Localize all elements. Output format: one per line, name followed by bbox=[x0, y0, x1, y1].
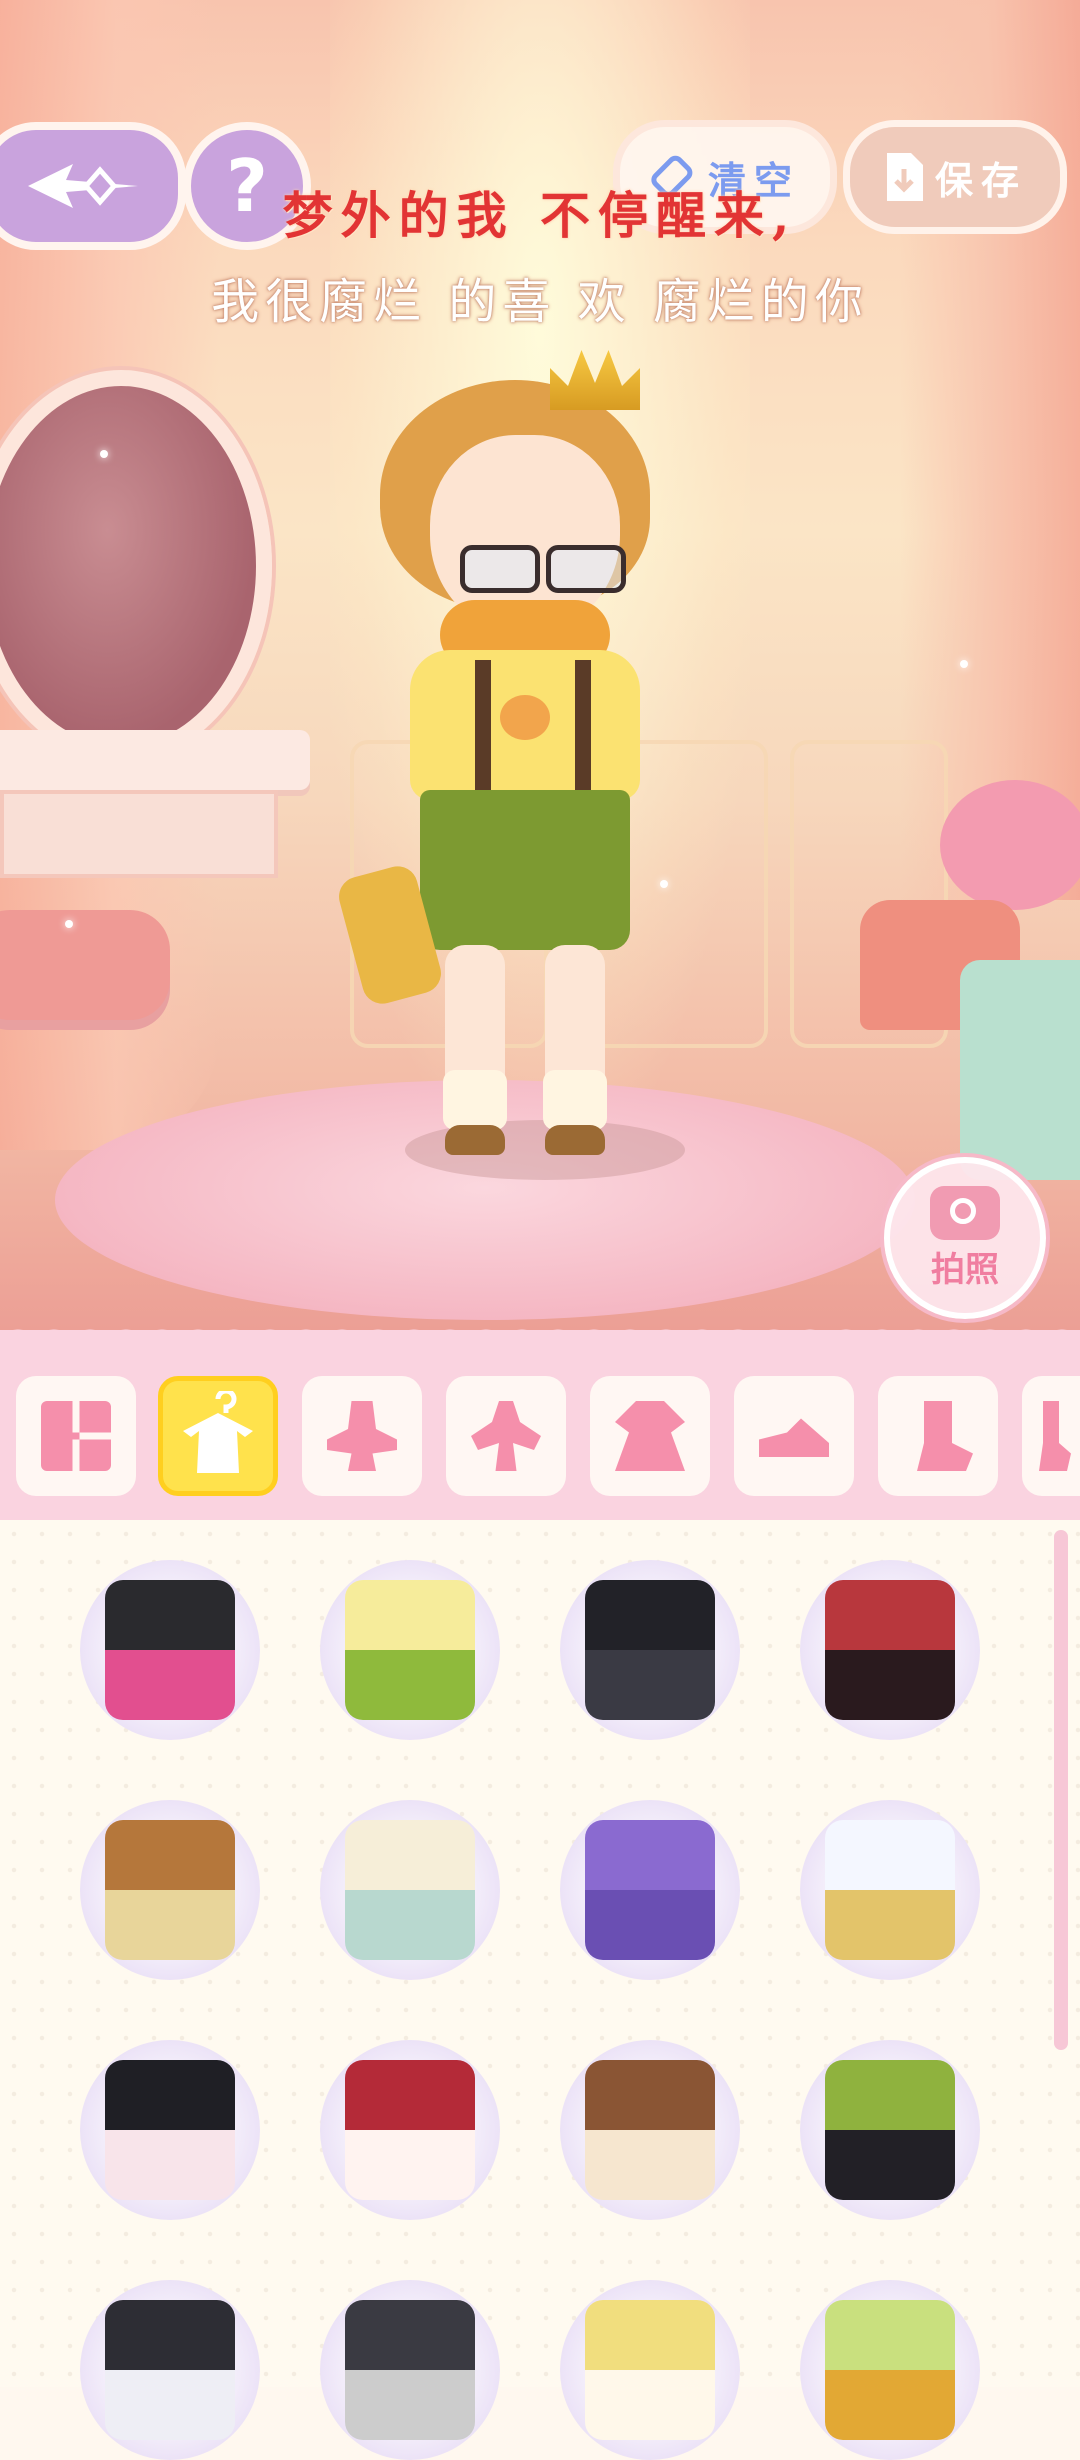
dress-icon bbox=[615, 1401, 685, 1471]
cat-print bbox=[500, 695, 550, 740]
outfit-item-black-pink-checker-outfit[interactable] bbox=[80, 1560, 260, 1740]
outfit-thumbnail bbox=[105, 1820, 235, 1960]
avatar-sock bbox=[543, 1070, 607, 1130]
sparkle bbox=[960, 660, 968, 668]
stool bbox=[0, 910, 170, 1020]
tab-top[interactable] bbox=[446, 1376, 566, 1496]
tab-dress[interactable] bbox=[590, 1376, 710, 1496]
outfit-item-white-cape-gown[interactable] bbox=[800, 1800, 980, 1980]
outfit-item-red-pinafore-dress[interactable] bbox=[320, 2040, 500, 2220]
outfit-thumbnail bbox=[825, 2300, 955, 2440]
outfit-item-black-lolita-dress[interactable] bbox=[80, 2040, 260, 2220]
gift-box bbox=[960, 960, 1080, 1180]
outfit-thumbnail bbox=[825, 2060, 955, 2200]
take-photo-button[interactable]: 拍照 bbox=[884, 1157, 1046, 1319]
scalloped-edge bbox=[0, 1314, 1080, 1346]
outfit-thumbnail bbox=[585, 2300, 715, 2440]
outfit-thumbnail bbox=[345, 1580, 475, 1720]
outfit-thumbnail bbox=[105, 1580, 235, 1720]
crown-accessory bbox=[550, 350, 640, 410]
grid-scrollbar[interactable] bbox=[1054, 1530, 1068, 2050]
outfit-item-dark-gray-coat[interactable] bbox=[320, 2280, 500, 2460]
outfit-icon bbox=[183, 1391, 253, 1473]
hat-icon bbox=[327, 1401, 397, 1471]
sock-icon bbox=[917, 1401, 973, 1471]
outfit-thumbnail bbox=[345, 1820, 475, 1960]
outfit-thumbnail bbox=[345, 2060, 475, 2200]
vanity-drawer bbox=[0, 790, 278, 878]
lyric-line-1: 梦外的我 不停醒来, bbox=[282, 186, 798, 245]
take-photo-label: 拍照 bbox=[931, 1249, 999, 1290]
pink-plush bbox=[940, 780, 1080, 910]
outfit-item-brown-bear-onesie[interactable] bbox=[80, 1800, 260, 1980]
lyric-line-2: 我很腐烂 的喜 欢 腐烂的你 bbox=[211, 274, 869, 330]
outfit-item-black-double-breasted-coat[interactable] bbox=[560, 1560, 740, 1740]
outfit-thumbnail bbox=[585, 1580, 715, 1720]
sparkle bbox=[100, 450, 108, 458]
vanity-mirror bbox=[0, 370, 272, 762]
avatar-shorts bbox=[420, 790, 630, 950]
avatar-shoe bbox=[445, 1125, 505, 1155]
category-tab-bar bbox=[0, 1314, 1080, 1520]
tab-socks[interactable] bbox=[878, 1376, 998, 1496]
outfit-grid bbox=[0, 1520, 1080, 2460]
glasses-accessory bbox=[460, 545, 630, 593]
tab-more[interactable] bbox=[1022, 1376, 1080, 1496]
outfit-item-yellow-vest-outfit[interactable] bbox=[560, 2280, 740, 2460]
tab-headwear[interactable] bbox=[302, 1376, 422, 1496]
avatar-shoe bbox=[545, 1125, 605, 1155]
outfit-item-green-checker-dress[interactable] bbox=[800, 2040, 980, 2220]
avatar-sock bbox=[443, 1070, 507, 1130]
outfit-item-brown-checker-dress[interactable] bbox=[560, 2040, 740, 2220]
tab-outfit[interactable] bbox=[158, 1376, 278, 1496]
vanity-table bbox=[0, 730, 310, 790]
suspender bbox=[475, 660, 491, 800]
outfit-thumbnail bbox=[345, 2300, 475, 2440]
camera-icon bbox=[930, 1185, 1000, 1240]
outfit-thumbnail bbox=[105, 2060, 235, 2200]
outfit-item-vampire-red-vest-outfit[interactable] bbox=[800, 1560, 980, 1740]
suspender bbox=[575, 660, 591, 800]
glove-icon bbox=[1039, 1401, 1071, 1471]
tab-all[interactable] bbox=[16, 1376, 136, 1496]
outfit-thumbnail bbox=[105, 2300, 235, 2440]
player-avatar[interactable] bbox=[334, 350, 680, 1190]
grid-icon bbox=[41, 1401, 111, 1471]
outfit-thumbnail bbox=[585, 2060, 715, 2200]
outfit-thumbnail bbox=[825, 1820, 955, 1960]
outfit-item-black-vest-outfit[interactable] bbox=[80, 2280, 260, 2460]
sparkle bbox=[65, 920, 73, 928]
shoe-icon bbox=[759, 1418, 829, 1457]
outfit-item-purple-suit[interactable] bbox=[560, 1800, 740, 1980]
tab-shoes[interactable] bbox=[734, 1376, 854, 1496]
outfit-item-cream-qipao-top[interactable] bbox=[320, 1800, 500, 1980]
outfit-thumbnail bbox=[585, 1820, 715, 1960]
outfit-item-yellow-green-checker-outfit[interactable] bbox=[320, 1560, 500, 1740]
top-icon bbox=[471, 1401, 541, 1471]
outfit-item-yellow-check-bow-outfit[interactable] bbox=[800, 2280, 980, 2460]
outfit-thumbnail bbox=[825, 1580, 955, 1720]
